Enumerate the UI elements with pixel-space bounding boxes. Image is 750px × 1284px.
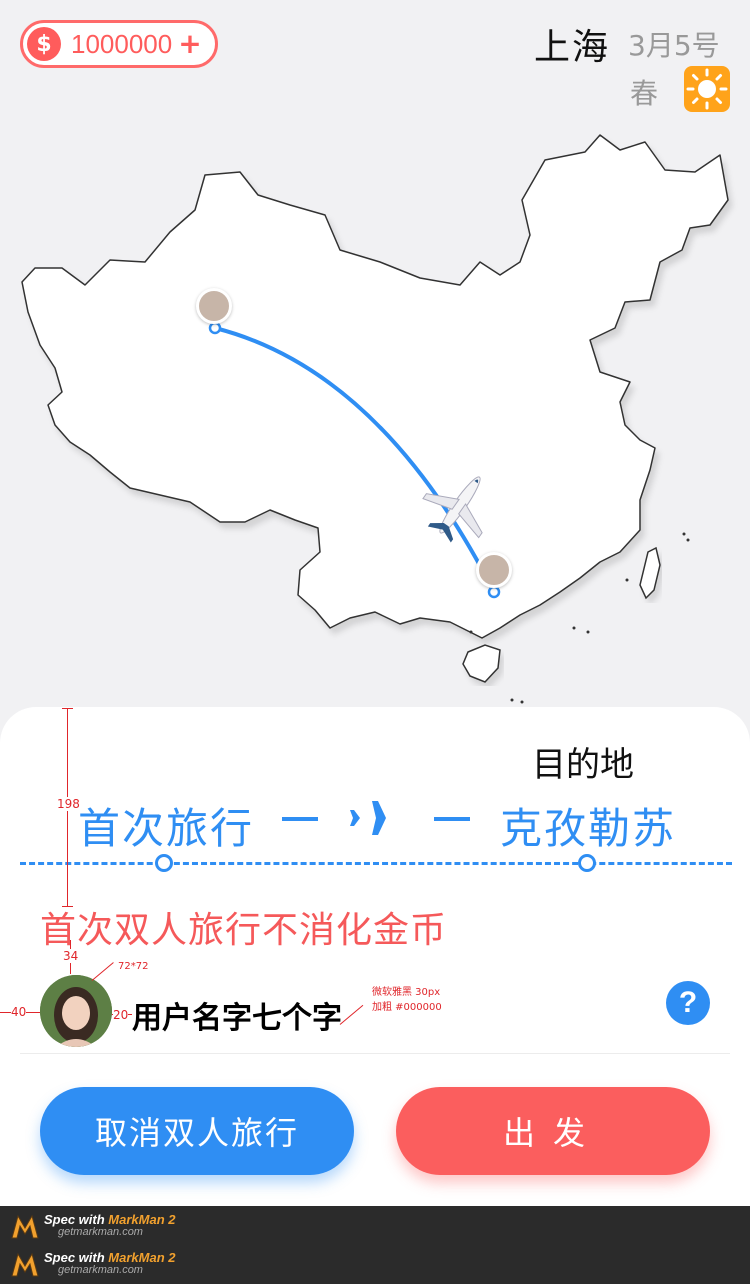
- china-map: [0, 120, 750, 710]
- markman-credit: Spec with MarkMan 2 getmarkman.com: [10, 1250, 176, 1278]
- current-season: 春: [630, 77, 659, 110]
- user-name: 用户名字七个字: [132, 1001, 342, 1036]
- trip-sheet: 目的地 首次旅行 克孜勒苏 首次双人旅行不消化金币 用户名字七个字 ? 取消双人…: [0, 707, 750, 1206]
- spec-height-198: 198: [57, 797, 80, 811]
- markman-logo-icon: [11, 1252, 39, 1277]
- spec-font-note: 加粗 #000000: [372, 1002, 442, 1013]
- route-origin-dot: [155, 854, 173, 872]
- destination-avatar-marker[interactable]: [476, 552, 512, 588]
- dollar-coin-icon: $: [27, 27, 61, 61]
- sun-icon: [684, 66, 730, 112]
- depart-button[interactable]: 出发: [396, 1087, 710, 1175]
- route-dash-right: [434, 817, 470, 821]
- spec-tick: [62, 708, 73, 709]
- spec-avatar-size: 72*72: [118, 961, 149, 972]
- route-destination[interactable]: 克孜勒苏: [500, 795, 676, 856]
- user-avatar[interactable]: [40, 975, 112, 1047]
- route-destination-dot: [578, 854, 596, 872]
- spec-gap-20: 20: [113, 1008, 129, 1022]
- china-map-outline: [21, 134, 729, 704]
- promo-text: 首次双人旅行不消化金币: [40, 910, 448, 951]
- current-city: 上海: [534, 27, 611, 68]
- help-icon[interactable]: ?: [666, 981, 710, 1025]
- markman-site: getmarkman.com: [58, 1264, 143, 1277]
- coin-amount: 1000000: [71, 28, 173, 59]
- spec-font-note: 微软雅黑 30px: [372, 987, 441, 998]
- current-date: 3月5号: [628, 29, 720, 62]
- plane-icon: [350, 801, 398, 835]
- destination-label: 目的地: [532, 745, 634, 785]
- markman-credit: Spec with MarkMan 2 getmarkman.com: [10, 1212, 176, 1240]
- markman-logo-icon: [11, 1214, 39, 1239]
- add-coins-icon[interactable]: +: [178, 30, 201, 58]
- coin-balance-pill[interactable]: $ 1000000 +: [20, 20, 218, 68]
- spec-tick: [62, 906, 73, 907]
- markman-site: getmarkman.com: [58, 1226, 143, 1239]
- markman-footer: Spec with MarkMan 2 getmarkman.com Spec …: [0, 1206, 750, 1284]
- route-origin: 首次旅行: [78, 804, 255, 853]
- spec-gap-34: 34: [63, 949, 79, 963]
- spec-left-40: 40: [11, 1005, 27, 1019]
- origin-avatar-marker[interactable]: [196, 288, 232, 324]
- route-dashed-line: [20, 862, 732, 865]
- divider: [20, 1053, 730, 1054]
- cancel-double-trip-button[interactable]: 取消双人旅行: [40, 1087, 354, 1175]
- route-dash-left: [282, 817, 318, 821]
